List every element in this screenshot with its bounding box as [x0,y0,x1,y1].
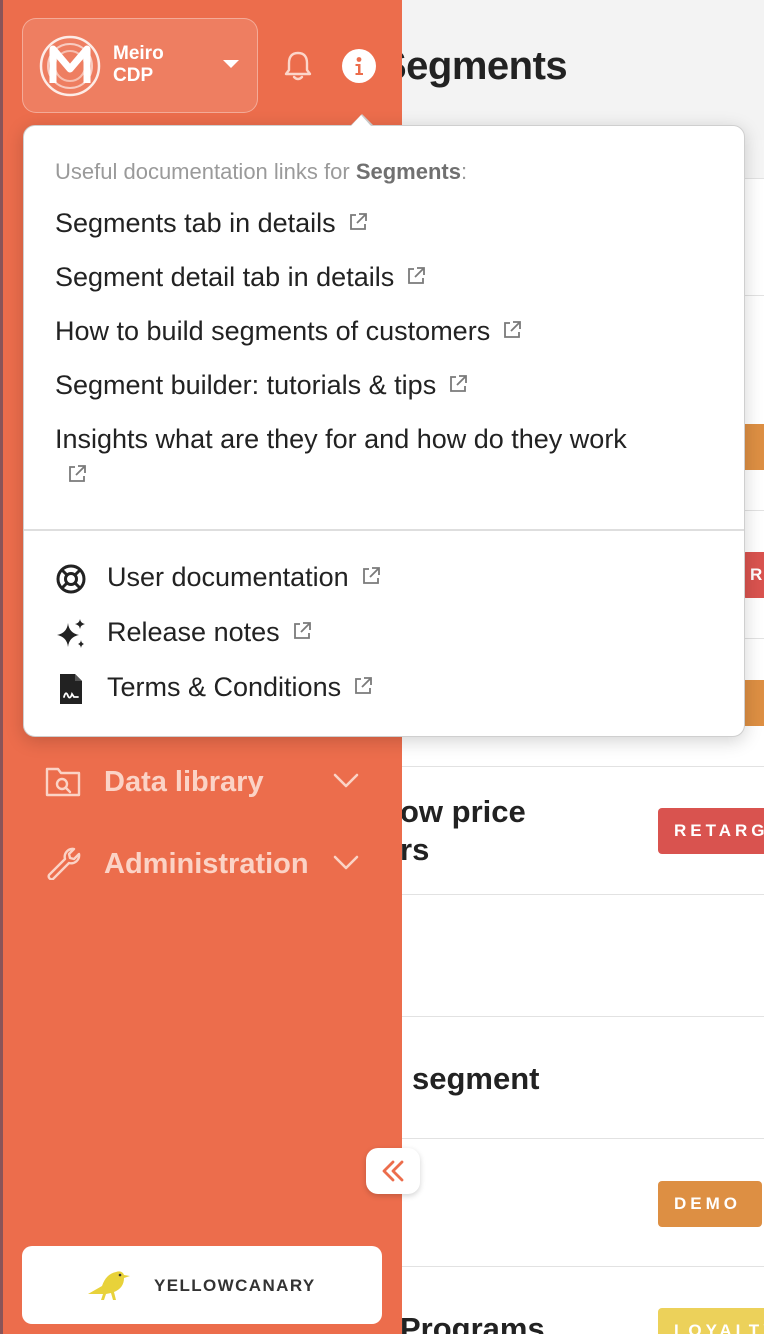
external-link-icon [362,567,380,584]
intro-section-name: Segments [355,159,461,184]
doc-link[interactable]: Insights what are they for and how do th… [55,422,715,486]
wrench-icon [47,847,81,880]
sidebar-item-data-library[interactable]: Data library [44,756,374,806]
doc-link-label: Insights what are they for and how do th… [55,424,627,454]
row-divider [402,1138,764,1139]
external-link-icon [349,213,367,230]
segment-name[interactable]: Programs [402,1310,545,1334]
info-icon[interactable] [342,49,376,83]
segment-name[interactable]: segment [412,1060,539,1098]
doc-link[interactable]: Segments tab in details [55,206,715,240]
meiro-logo-icon [39,35,101,97]
sparkles-icon [57,619,85,648]
external-link-icon [69,465,86,482]
chevrons-left-icon [382,1160,404,1182]
external-link-icon [450,375,468,392]
segment-tag: DEMO [658,1181,762,1227]
collapse-sidebar-button[interactable] [366,1148,420,1194]
intro-suffix: : [460,159,468,184]
segment-tag: RETARGETING [658,808,764,854]
sidebar-item-administration[interactable]: Administration [44,838,374,888]
doc-link[interactable]: Segment builder: tutorials & tips [55,368,715,402]
release-notes-label: Release notes [107,617,280,647]
sidebar-item-label: Data library [104,766,264,798]
external-link-icon [293,622,311,639]
file-contract-icon [60,674,82,704]
release-notes-link[interactable]: Release notes [55,615,655,655]
bottom-link-label: Release notes [107,617,314,648]
canary-logo-icon [88,1271,130,1300]
lifebuoy-icon [56,564,86,594]
row-divider [402,894,764,895]
chevron-down-icon [333,855,359,870]
documentation-popover: Useful documentation links for Segments:… [23,115,745,737]
user-documentation-label: User documentation [107,562,349,592]
organization-name: YELLOWCANARY [154,1276,316,1295]
external-link-icon [408,267,426,284]
bell-icon[interactable] [278,46,318,86]
segment-name-line1[interactable]: ow price [402,793,526,831]
page-header: Segments [402,0,764,140]
page-title: Segments [402,44,568,88]
external-link-icon [355,677,372,694]
brand-name-line1: Meiro [113,43,164,64]
intro-text: Useful documentation links for [55,159,356,184]
segment-name-line2[interactable]: rs [402,831,429,869]
popover-intro: Useful documentation links for Segments: [55,159,467,185]
terms-conditions-link[interactable]: Terms & Conditions [55,670,655,710]
popover-arrow-fill [351,115,371,126]
segment-tag: RG [742,552,764,598]
brand-name-line2: CDP [113,65,154,86]
row-divider [402,1266,764,1267]
doc-link-label: Segments tab in details [55,208,336,238]
doc-link[interactable]: Segment detail tab in details [55,260,715,294]
doc-link-label: Segment builder: tutorials & tips [55,370,437,400]
bottom-link-label: Terms & Conditions [107,672,375,703]
bottom-link-label: User documentation [107,562,383,593]
organization-card[interactable]: YELLOWCANARY [22,1246,382,1324]
doc-link-label: How to build segments of customers [55,316,491,346]
workspace-name: Meiro CDP [113,43,164,87]
row-divider [402,766,764,767]
workspace-switcher[interactable]: Meiro CDP [22,18,258,113]
sidebar-item-label: Administration [104,848,309,880]
user-documentation-link[interactable]: User documentation [55,560,655,600]
doc-link-label: Segment detail tab in details [55,262,395,292]
segment-tag: LOYALTY [658,1308,764,1334]
row-divider [402,1016,764,1017]
caret-down-icon [223,60,239,68]
folder-search-icon [45,767,81,797]
external-link-icon [504,321,522,338]
chevron-down-icon [333,773,359,788]
doc-link[interactable]: How to build segments of customers [55,314,715,348]
terms-conditions-label: Terms & Conditions [107,672,342,702]
popover-divider [24,529,744,531]
